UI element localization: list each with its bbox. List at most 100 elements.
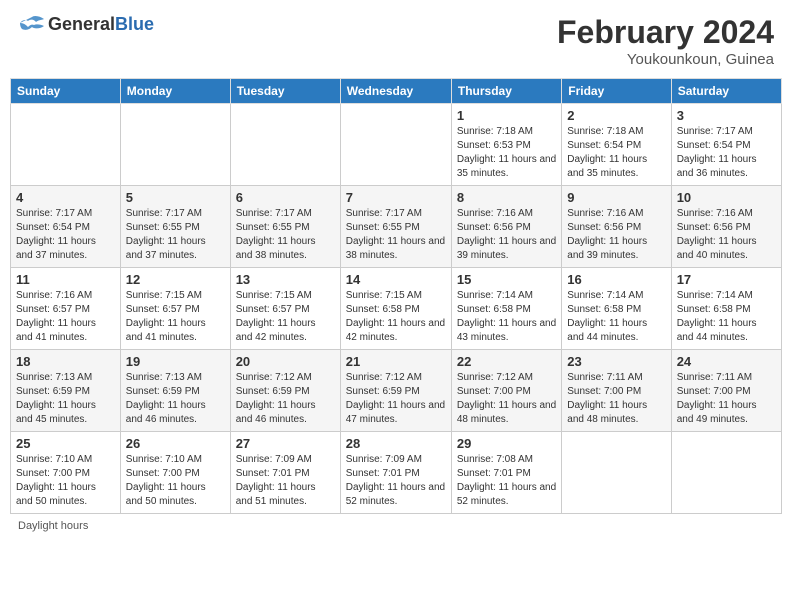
day-number: 14 bbox=[346, 272, 446, 287]
day-number: 11 bbox=[16, 272, 115, 287]
calendar-cell: 27 Sunrise: 7:09 AM Sunset: 7:01 PM Dayli… bbox=[230, 432, 340, 514]
day-number: 20 bbox=[236, 354, 335, 369]
day-of-week-header: Friday bbox=[562, 79, 671, 104]
day-number: 13 bbox=[236, 272, 335, 287]
day-info: Sunrise: 7:18 AM Sunset: 6:54 PM Dayligh… bbox=[567, 125, 665, 181]
calendar-cell bbox=[120, 104, 230, 186]
day-info: Sunrise: 7:13 AM Sunset: 6:59 PM Dayligh… bbox=[16, 371, 115, 427]
day-info: Sunrise: 7:14 AM Sunset: 6:58 PM Dayligh… bbox=[567, 289, 665, 345]
calendar-cell: 5 Sunrise: 7:17 AM Sunset: 6:55 PM Daylig… bbox=[120, 186, 230, 268]
day-info: Sunrise: 7:17 AM Sunset: 6:55 PM Dayligh… bbox=[346, 207, 446, 263]
day-of-week-header: Wednesday bbox=[340, 79, 451, 104]
calendar-cell: 20 Sunrise: 7:12 AM Sunset: 6:59 PM Dayli… bbox=[230, 350, 340, 432]
calendar-cell bbox=[11, 104, 121, 186]
day-number: 29 bbox=[457, 436, 556, 451]
day-info: Sunrise: 7:09 AM Sunset: 7:01 PM Dayligh… bbox=[346, 453, 446, 509]
day-number: 15 bbox=[457, 272, 556, 287]
day-number: 12 bbox=[126, 272, 225, 287]
calendar-cell: 3 Sunrise: 7:17 AM Sunset: 6:54 PM Daylig… bbox=[671, 104, 781, 186]
day-number: 22 bbox=[457, 354, 556, 369]
day-number: 27 bbox=[236, 436, 335, 451]
calendar-cell: 29Sunrise: 7:08 AM Sunset: 7:01 PM Dayli… bbox=[451, 432, 561, 514]
day-info: Sunrise: 7:12 AM Sunset: 6:59 PM Dayligh… bbox=[346, 371, 446, 427]
title-block: February 2024 Youkounkoun, Guinea bbox=[557, 14, 774, 68]
day-number: 7 bbox=[346, 190, 446, 205]
calendar-cell bbox=[562, 432, 671, 514]
day-number: 19 bbox=[126, 354, 225, 369]
calendar-week-row: 25Sunrise: 7:10 AM Sunset: 7:00 PM Dayli… bbox=[11, 432, 782, 514]
calendar-cell: 13 Sunrise: 7:15 AM Sunset: 6:57 PM Dayli… bbox=[230, 268, 340, 350]
day-number: 2 bbox=[567, 108, 665, 123]
day-info: Sunrise: 7:16 AM Sunset: 6:56 PM Dayligh… bbox=[677, 207, 776, 263]
day-number: 5 bbox=[126, 190, 225, 205]
day-info: Sunrise: 7:09 AM Sunset: 7:01 PM Dayligh… bbox=[236, 453, 335, 509]
day-info: Sunrise: 7:14 AM Sunset: 6:58 PM Dayligh… bbox=[677, 289, 776, 345]
day-number: 3 bbox=[677, 108, 776, 123]
calendar-cell: 25Sunrise: 7:10 AM Sunset: 7:00 PM Dayli… bbox=[11, 432, 121, 514]
calendar-cell: 21 Sunrise: 7:12 AM Sunset: 6:59 PM Dayli… bbox=[340, 350, 451, 432]
calendar-cell: 18 Sunrise: 7:13 AM Sunset: 6:59 PM Dayli… bbox=[11, 350, 121, 432]
day-info: Sunrise: 7:11 AM Sunset: 7:00 PM Dayligh… bbox=[677, 371, 776, 427]
day-info: Sunrise: 7:17 AM Sunset: 6:54 PM Dayligh… bbox=[677, 125, 776, 181]
calendar-cell: 26Sunrise: 7:10 AM Sunset: 7:00 PM Dayli… bbox=[120, 432, 230, 514]
calendar-title: February 2024 bbox=[557, 14, 774, 51]
calendar-subtitle: Youkounkoun, Guinea bbox=[557, 51, 774, 68]
calendar-cell: 12Sunrise: 7:15 AM Sunset: 6:57 PM Dayli… bbox=[120, 268, 230, 350]
day-info: Sunrise: 7:17 AM Sunset: 6:55 PM Dayligh… bbox=[126, 207, 225, 263]
calendar-table: SundayMondayTuesdayWednesdayThursdayFrid… bbox=[10, 78, 782, 514]
day-of-week-header: Monday bbox=[120, 79, 230, 104]
day-number: 17 bbox=[677, 272, 776, 287]
day-number: 6 bbox=[236, 190, 335, 205]
calendar-cell: 17 Sunrise: 7:14 AM Sunset: 6:58 PM Dayli… bbox=[671, 268, 781, 350]
footer-text: Daylight hours bbox=[18, 520, 88, 532]
page-header: GeneralBlue February 2024 Youkounkoun, G… bbox=[10, 10, 782, 72]
day-info: Sunrise: 7:16 AM Sunset: 6:56 PM Dayligh… bbox=[457, 207, 556, 263]
calendar-cell: 22 Sunrise: 7:12 AM Sunset: 7:00 PM Dayli… bbox=[451, 350, 561, 432]
day-number: 28 bbox=[346, 436, 446, 451]
day-number: 4 bbox=[16, 190, 115, 205]
day-info: Sunrise: 7:10 AM Sunset: 7:00 PM Dayligh… bbox=[16, 453, 115, 509]
day-info: Sunrise: 7:16 AM Sunset: 6:56 PM Dayligh… bbox=[567, 207, 665, 263]
day-info: Sunrise: 7:14 AM Sunset: 6:58 PM Dayligh… bbox=[457, 289, 556, 345]
day-info: Sunrise: 7:15 AM Sunset: 6:58 PM Dayligh… bbox=[346, 289, 446, 345]
day-number: 24 bbox=[677, 354, 776, 369]
logo-text-general: General bbox=[48, 14, 115, 34]
day-info: Sunrise: 7:17 AM Sunset: 6:55 PM Dayligh… bbox=[236, 207, 335, 263]
logo-bird-icon bbox=[18, 15, 46, 35]
calendar-week-row: 1Sunrise: 7:18 AM Sunset: 6:53 PM Daylig… bbox=[11, 104, 782, 186]
calendar-cell: 23Sunrise: 7:11 AM Sunset: 7:00 PM Dayli… bbox=[562, 350, 671, 432]
footer-daylight: Daylight hours bbox=[10, 520, 782, 532]
calendar-cell: 7 Sunrise: 7:17 AM Sunset: 6:55 PM Daylig… bbox=[340, 186, 451, 268]
day-info: Sunrise: 7:15 AM Sunset: 6:57 PM Dayligh… bbox=[236, 289, 335, 345]
calendar-cell bbox=[230, 104, 340, 186]
logo: GeneralBlue bbox=[18, 14, 154, 35]
calendar-week-row: 11 Sunrise: 7:16 AM Sunset: 6:57 PM Dayli… bbox=[11, 268, 782, 350]
day-number: 9 bbox=[567, 190, 665, 205]
day-info: Sunrise: 7:16 AM Sunset: 6:57 PM Dayligh… bbox=[16, 289, 115, 345]
day-info: Sunrise: 7:17 AM Sunset: 6:54 PM Dayligh… bbox=[16, 207, 115, 263]
day-info: Sunrise: 7:18 AM Sunset: 6:53 PM Dayligh… bbox=[457, 125, 556, 181]
day-number: 21 bbox=[346, 354, 446, 369]
day-number: 10 bbox=[677, 190, 776, 205]
day-of-week-header: Tuesday bbox=[230, 79, 340, 104]
calendar-cell: 9 Sunrise: 7:16 AM Sunset: 6:56 PM Daylig… bbox=[562, 186, 671, 268]
day-info: Sunrise: 7:13 AM Sunset: 6:59 PM Dayligh… bbox=[126, 371, 225, 427]
day-number: 26 bbox=[126, 436, 225, 451]
calendar-cell: 2 Sunrise: 7:18 AM Sunset: 6:54 PM Daylig… bbox=[562, 104, 671, 186]
day-number: 8 bbox=[457, 190, 556, 205]
calendar-cell bbox=[340, 104, 451, 186]
day-info: Sunrise: 7:11 AM Sunset: 7:00 PM Dayligh… bbox=[567, 371, 665, 427]
calendar-cell: 19 Sunrise: 7:13 AM Sunset: 6:59 PM Dayli… bbox=[120, 350, 230, 432]
calendar-cell: 8 Sunrise: 7:16 AM Sunset: 6:56 PM Daylig… bbox=[451, 186, 561, 268]
day-of-week-header: Thursday bbox=[451, 79, 561, 104]
day-info: Sunrise: 7:12 AM Sunset: 6:59 PM Dayligh… bbox=[236, 371, 335, 427]
day-number: 18 bbox=[16, 354, 115, 369]
calendar-cell: 28 Sunrise: 7:09 AM Sunset: 7:01 PM Dayli… bbox=[340, 432, 451, 514]
calendar-cell bbox=[671, 432, 781, 514]
calendar-week-row: 4 Sunrise: 7:17 AM Sunset: 6:54 PM Daylig… bbox=[11, 186, 782, 268]
calendar-week-row: 18 Sunrise: 7:13 AM Sunset: 6:59 PM Dayli… bbox=[11, 350, 782, 432]
calendar-cell: 4 Sunrise: 7:17 AM Sunset: 6:54 PM Daylig… bbox=[11, 186, 121, 268]
day-info: Sunrise: 7:12 AM Sunset: 7:00 PM Dayligh… bbox=[457, 371, 556, 427]
calendar-cell: 10 Sunrise: 7:16 AM Sunset: 6:56 PM Dayli… bbox=[671, 186, 781, 268]
day-number: 16 bbox=[567, 272, 665, 287]
